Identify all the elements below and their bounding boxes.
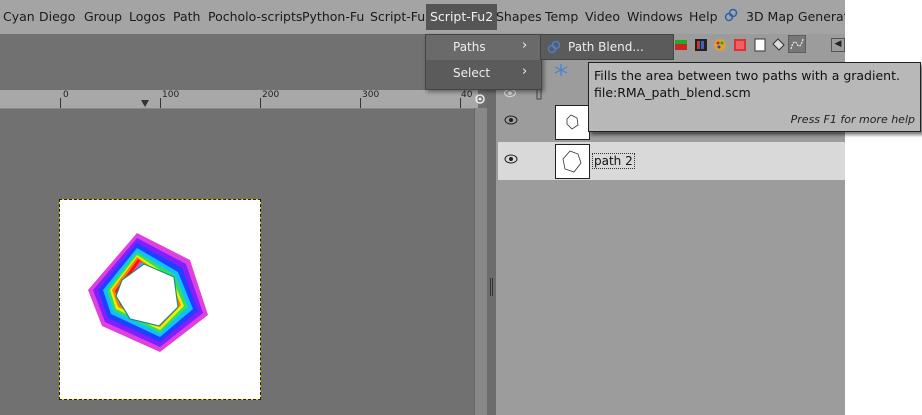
horizontal-ruler[interactable]: 0 100 200 300 40 [0, 90, 478, 109]
brush-icon[interactable] [694, 38, 708, 52]
menu-item-label: Select [453, 66, 491, 80]
navigate-icon[interactable] [474, 92, 486, 106]
path-name[interactable]: path 2 [592, 153, 635, 169]
ruler-label: 100 [162, 90, 180, 100]
gradient-blend-shape [88, 233, 208, 352]
ruler-label: 300 [362, 90, 380, 100]
menu-item-paths[interactable]: Paths › [426, 35, 541, 60]
plugin-icon [724, 8, 738, 22]
eye-icon[interactable] [504, 154, 518, 164]
menu-script-fu2[interactable]: Script-Fu2 [426, 4, 498, 30]
menu-logos[interactable]: Logos [129, 9, 166, 24]
menu-temp[interactable]: Temp [545, 9, 578, 24]
menu-cyan[interactable]: Cyan [3, 9, 35, 24]
panel-separator[interactable] [486, 34, 496, 415]
image-canvas[interactable] [59, 199, 261, 400]
path-thumbnail [555, 144, 590, 179]
ruler-label: 0 [63, 90, 69, 100]
tag-icon[interactable] [771, 38, 785, 52]
ruler-label: 200 [262, 90, 280, 100]
menu-item-select[interactable]: Select › [426, 62, 541, 87]
paths-tool-icon[interactable] [788, 35, 806, 53]
path-row-selected[interactable]: path 2 [498, 142, 845, 180]
eye-icon[interactable] [504, 115, 518, 125]
chevron-right-icon: › [522, 38, 528, 53]
drag-handle-icon[interactable] [490, 278, 493, 296]
vertical-scrollbar[interactable] [474, 108, 487, 415]
menu-path[interactable]: Path [173, 9, 200, 24]
pattern-icon[interactable] [733, 38, 747, 52]
tooltip: Fills the area between two paths with a … [588, 62, 921, 132]
collapse-panel-button[interactable]: ◀ [831, 38, 845, 52]
menu-python-fu[interactable]: Python-Fu [302, 9, 364, 24]
path-blend-icon [547, 40, 561, 54]
paths-submenu: Path Blend... [540, 34, 674, 60]
menu-shapes[interactable]: Shapes [496, 9, 542, 24]
menu-help[interactable]: Help [689, 9, 718, 24]
menu-script-fu[interactable]: Script-Fu [370, 9, 425, 24]
tooltip-help: Press F1 for more help [790, 113, 915, 126]
palette-icon[interactable] [713, 38, 727, 52]
document-icon[interactable] [753, 38, 767, 52]
gradient-icon[interactable] [674, 38, 688, 52]
tooltip-description: Fills the area between two paths with a … [594, 68, 900, 83]
path-thumbnail [555, 105, 590, 140]
menu-item-label: Paths [453, 40, 486, 54]
menu-group[interactable]: Group [84, 9, 122, 24]
tooltip-file: file:RMA_path_blend.scm [594, 85, 751, 100]
menu-diego[interactable]: Diego [39, 9, 75, 24]
ruler-pointer-icon [141, 100, 149, 107]
ruler-label: 40 [461, 90, 473, 100]
menu-video[interactable]: Video [585, 9, 620, 24]
menu-pocholo-scripts[interactable]: Pocholo-scripts [208, 9, 302, 24]
script-fu2-menu: Paths › Select › [425, 34, 542, 90]
menu-windows[interactable]: Windows [627, 9, 683, 24]
menu-item-path-blend[interactable]: Path Blend... [568, 40, 644, 54]
menubar: Cyan Diego Group Logos Path Pocholo-scri… [0, 0, 861, 34]
chevron-right-icon: › [522, 64, 528, 79]
snowflake-icon [554, 64, 568, 76]
